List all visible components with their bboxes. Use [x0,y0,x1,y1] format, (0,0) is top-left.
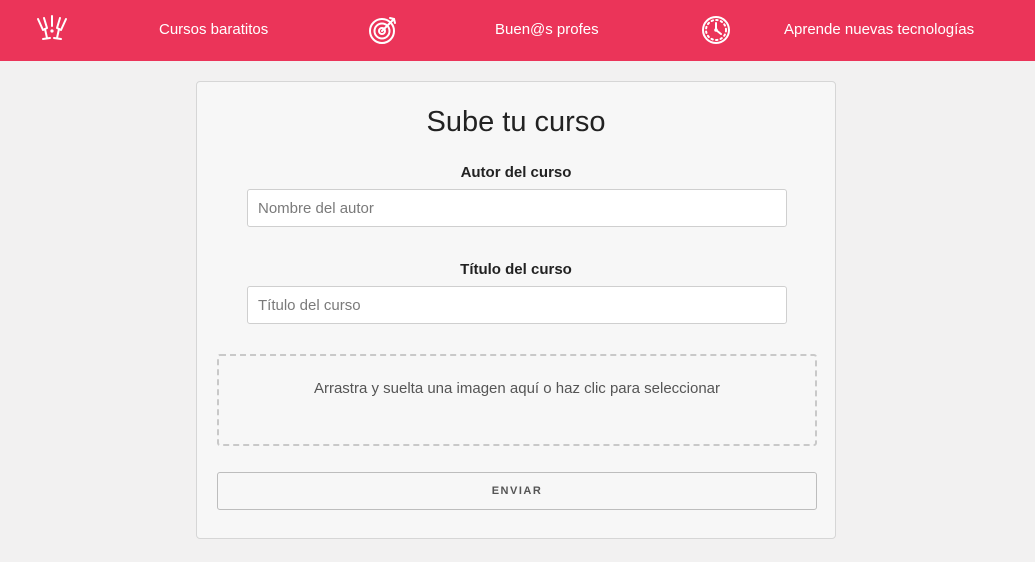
author-label: Autor del curso [460,164,572,181]
nav-link-aprende-nuevas-tecnologias[interactable]: Aprende nuevas tecnologías [784,20,974,40]
nav-link-buenos-profes[interactable]: Buen@s profes [495,20,599,40]
submit-button[interactable]: ENVIAR [217,472,817,510]
target-icon[interactable] [367,14,399,46]
nav-link-cursos-baratitos[interactable]: Cursos baratitos [159,20,268,40]
course-title-label: Título del curso [460,261,572,278]
dropzone-instructions: Arrastra y suelta una imagen aquí o haz … [313,380,721,397]
author-input[interactable] [247,189,787,227]
course-title-input[interactable] [247,286,787,324]
top-nav-bar: Cursos baratitos Buen@s profes Aprende n… [0,0,1035,61]
page-title: Sube tu curso [426,106,606,138]
upload-course-form: Sube tu curso Autor del curso Título del… [196,81,836,539]
image-dropzone[interactable]: Arrastra y suelta una imagen aquí o haz … [217,354,817,446]
clock-icon[interactable] [700,14,732,46]
cheers-glasses-icon[interactable] [36,14,68,46]
